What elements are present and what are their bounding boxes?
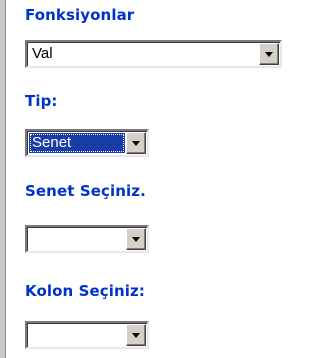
type-select-value: Senet <box>29 133 125 153</box>
chevron-down-icon <box>132 237 140 242</box>
chevron-down-icon <box>132 141 140 146</box>
type-label: Tip: <box>25 92 58 110</box>
column-select-value <box>29 325 35 345</box>
panel-left-border <box>0 0 6 358</box>
functions-select-value: Val <box>32 45 53 62</box>
column-select[interactable] <box>25 321 149 349</box>
type-select[interactable]: Senet <box>25 129 149 157</box>
type-dropdown-button[interactable] <box>126 132 146 154</box>
security-label: Senet Seçiniz. <box>25 182 146 200</box>
functions-label: Fonksiyonlar <box>25 6 135 24</box>
functions-dropdown-button[interactable] <box>259 43 279 65</box>
security-select-value <box>29 229 35 249</box>
chevron-down-icon <box>265 52 273 57</box>
security-dropdown-button[interactable] <box>126 228 146 250</box>
chevron-down-icon <box>132 333 140 338</box>
functions-select[interactable]: Val <box>25 40 282 68</box>
security-select[interactable] <box>25 225 149 253</box>
column-dropdown-button[interactable] <box>126 324 146 346</box>
column-label: Kolon Seçiniz: <box>25 282 145 300</box>
